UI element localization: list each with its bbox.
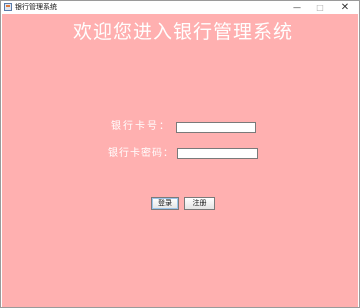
register-button[interactable]: 注册 [184, 197, 215, 210]
close-button[interactable]: ✕ [335, 1, 355, 14]
login-panel: 欢迎您进入银行管理系统 银行卡号： 银行卡密码： 登录 注册 [2, 14, 358, 307]
login-button[interactable]: 登录 [151, 197, 179, 210]
window-title: 银行管理系统 [15, 3, 57, 11]
maximize-button[interactable]: □ [310, 1, 330, 14]
title-bar[interactable]: 银行管理系统 — □ ✕ [1, 1, 359, 14]
app-window: 银行管理系统 — □ ✕ 欢迎您进入银行管理系统 银行卡号： 银行卡密码： 登录… [0, 0, 360, 308]
card-number-input[interactable] [176, 122, 256, 133]
card-password-label: 银行卡密码： [108, 148, 174, 159]
welcome-heading: 欢迎您进入银行管理系统 [72, 21, 293, 43]
card-password-input[interactable] [177, 148, 258, 159]
app-window-icon [4, 3, 12, 11]
card-number-label: 银行卡号： [111, 121, 171, 132]
minimize-button[interactable]: — [287, 1, 307, 14]
